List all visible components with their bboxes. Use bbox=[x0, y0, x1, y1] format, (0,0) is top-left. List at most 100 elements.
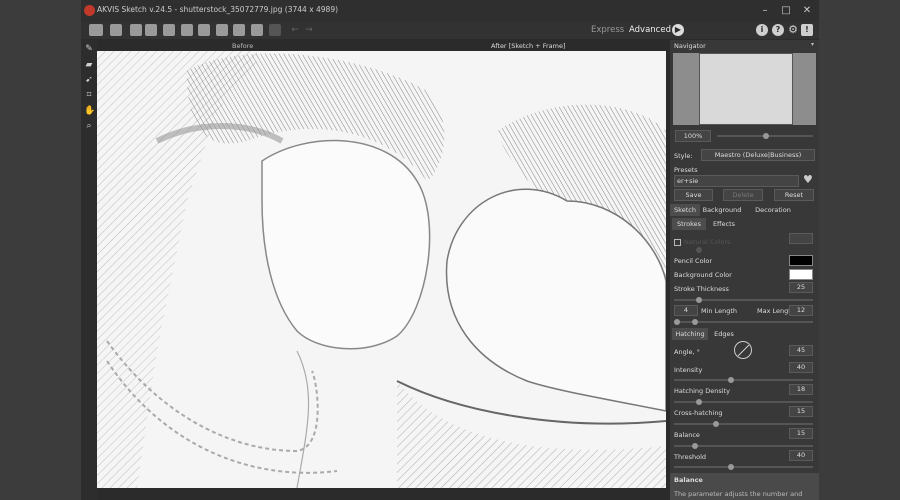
background-color-label: Background Color bbox=[674, 271, 732, 279]
tab-sketch[interactable]: Sketch bbox=[670, 204, 700, 216]
redo-icon[interactable]: → bbox=[303, 24, 315, 36]
preferences-icon[interactable] bbox=[233, 24, 245, 36]
open-file-icon[interactable] bbox=[110, 24, 122, 36]
undo-icon[interactable]: ← bbox=[289, 24, 301, 36]
tab-edges[interactable]: Edges bbox=[710, 328, 738, 340]
zoom-slider-knob[interactable] bbox=[763, 133, 769, 139]
tab-effects[interactable]: Effects bbox=[708, 218, 740, 230]
stroke-thickness-slider[interactable] bbox=[696, 297, 702, 303]
favorite-heart-icon[interactable]: ♥ bbox=[803, 173, 813, 186]
toolbar: ← → Express Advanced ▶ i ? ⚙ ! bbox=[81, 22, 819, 39]
save-preset-button[interactable]: Save bbox=[674, 189, 713, 201]
stroke-thickness-label: Stroke Thickness bbox=[674, 285, 729, 293]
navigator-viewport[interactable] bbox=[699, 53, 793, 125]
cross-hatching-value[interactable]: 15 bbox=[789, 406, 813, 417]
play-icon[interactable]: ▶ bbox=[672, 24, 684, 36]
reset-preset-button[interactable]: Reset bbox=[774, 189, 814, 201]
min-length-label: Min Length bbox=[701, 307, 738, 315]
cross-hatching-label: Cross-hatching bbox=[674, 409, 723, 417]
balance-value[interactable]: 15 bbox=[789, 428, 813, 439]
batch-icon[interactable] bbox=[181, 24, 193, 36]
min-length-slider[interactable] bbox=[674, 319, 680, 325]
intensity-track bbox=[674, 379, 813, 381]
apply-icon[interactable] bbox=[269, 24, 281, 36]
sketch-image bbox=[97, 51, 666, 488]
image-canvas[interactable] bbox=[97, 51, 666, 488]
presets-label: Presets bbox=[674, 166, 698, 174]
max-length-slider[interactable] bbox=[692, 319, 698, 325]
settings-gear-icon[interactable]: ⚙ bbox=[787, 24, 799, 36]
share-icon[interactable] bbox=[163, 24, 175, 36]
info-icon[interactable]: i bbox=[756, 24, 768, 36]
zoom-select[interactable]: 100% bbox=[675, 130, 711, 142]
eraser-icon[interactable]: ▰ bbox=[84, 60, 94, 70]
pencil-icon[interactable]: ✎ bbox=[84, 44, 94, 54]
title-bar: AKVIS Sketch v.24.5 - shutterstock_35072… bbox=[81, 0, 819, 22]
stroke-thickness-track bbox=[674, 299, 813, 301]
background-color-swatch[interactable] bbox=[789, 269, 813, 280]
zoom-icon[interactable]: ⌕ bbox=[84, 121, 94, 131]
tab-strokes[interactable]: Strokes bbox=[672, 218, 706, 230]
natural-colors-label: Natural Colors bbox=[684, 238, 731, 246]
app-window: AKVIS Sketch v.24.5 - shutterstock_35072… bbox=[81, 0, 819, 500]
angle-dial[interactable] bbox=[734, 341, 752, 359]
navigator-collapse-icon[interactable]: ▾ bbox=[811, 41, 814, 48]
threshold-slider[interactable] bbox=[728, 464, 734, 470]
save-file-icon[interactable] bbox=[130, 24, 142, 36]
crop-icon[interactable]: ⌗ bbox=[84, 90, 94, 100]
presets-select[interactable]: er+sie bbox=[674, 175, 799, 187]
advanced-mode-button[interactable]: Advanced bbox=[629, 25, 671, 35]
intensity-value[interactable]: 40 bbox=[789, 362, 813, 373]
timeline-icon[interactable] bbox=[216, 24, 228, 36]
minimize-button[interactable]: – bbox=[757, 3, 773, 19]
hatching-density-value[interactable]: 18 bbox=[789, 384, 813, 395]
tab-hatching[interactable]: Hatching bbox=[672, 328, 708, 340]
angle-label: Angle, ° bbox=[674, 348, 700, 356]
threshold-track bbox=[674, 466, 813, 468]
home-icon[interactable] bbox=[89, 24, 103, 36]
pencil-color-swatch[interactable] bbox=[789, 255, 813, 266]
style-select[interactable]: Maestro (Deluxe|Business) bbox=[701, 149, 815, 161]
stroke-direction-icon[interactable]: ➹ bbox=[84, 75, 94, 85]
intensity-slider[interactable] bbox=[728, 377, 734, 383]
max-length-value[interactable]: 12 bbox=[789, 305, 813, 316]
threshold-label: Threshold bbox=[674, 453, 707, 461]
navigator-preview[interactable] bbox=[673, 53, 816, 125]
navigator-title: Navigator bbox=[674, 42, 706, 50]
hatching-density-track bbox=[674, 401, 813, 403]
maximize-button[interactable]: □ bbox=[778, 3, 794, 19]
natural-colors-checkbox[interactable] bbox=[674, 239, 681, 246]
cross-hatching-track bbox=[674, 423, 813, 425]
delete-preset-button[interactable]: Delete bbox=[723, 189, 763, 201]
angle-dial-pointer bbox=[737, 344, 750, 357]
print-icon[interactable] bbox=[145, 24, 157, 36]
before-tab[interactable]: Before bbox=[232, 42, 253, 50]
hand-icon[interactable]: ✋ bbox=[84, 106, 95, 116]
hatching-density-slider[interactable] bbox=[696, 399, 702, 405]
notifications-icon[interactable]: ! bbox=[801, 24, 813, 36]
min-length-value[interactable]: 4 bbox=[674, 305, 698, 316]
style-label: Style: bbox=[674, 152, 693, 160]
threshold-value[interactable]: 40 bbox=[789, 450, 813, 461]
natural-colors-value bbox=[789, 233, 813, 244]
balance-label: Balance bbox=[674, 431, 700, 439]
close-button[interactable]: ✕ bbox=[799, 3, 815, 19]
intensity-label: Intensity bbox=[674, 366, 703, 374]
tab-background[interactable]: Background bbox=[700, 204, 744, 216]
help-box: Balance The parameter adjusts the number… bbox=[670, 473, 819, 500]
balance-slider[interactable] bbox=[692, 443, 698, 449]
express-mode-button[interactable]: Express bbox=[591, 25, 624, 35]
akvis-logo-icon bbox=[84, 5, 95, 16]
stroke-thickness-value[interactable]: 25 bbox=[789, 282, 813, 293]
hatching-density-label: Hatching Density bbox=[674, 387, 730, 395]
after-tab[interactable]: After [Sketch + Frame] bbox=[491, 42, 565, 50]
canvas-tabs: Before After [Sketch + Frame] bbox=[97, 40, 666, 51]
pencil-color-label: Pencil Color bbox=[674, 257, 713, 265]
cross-hatching-slider[interactable] bbox=[713, 421, 719, 427]
angle-value[interactable]: 45 bbox=[789, 345, 813, 356]
tab-decoration[interactable]: Decoration bbox=[752, 204, 794, 216]
natural-colors-slider[interactable] bbox=[696, 247, 702, 253]
help-icon[interactable]: ? bbox=[772, 24, 784, 36]
canvas-icon[interactable] bbox=[198, 24, 210, 36]
run-icon[interactable] bbox=[251, 24, 263, 36]
